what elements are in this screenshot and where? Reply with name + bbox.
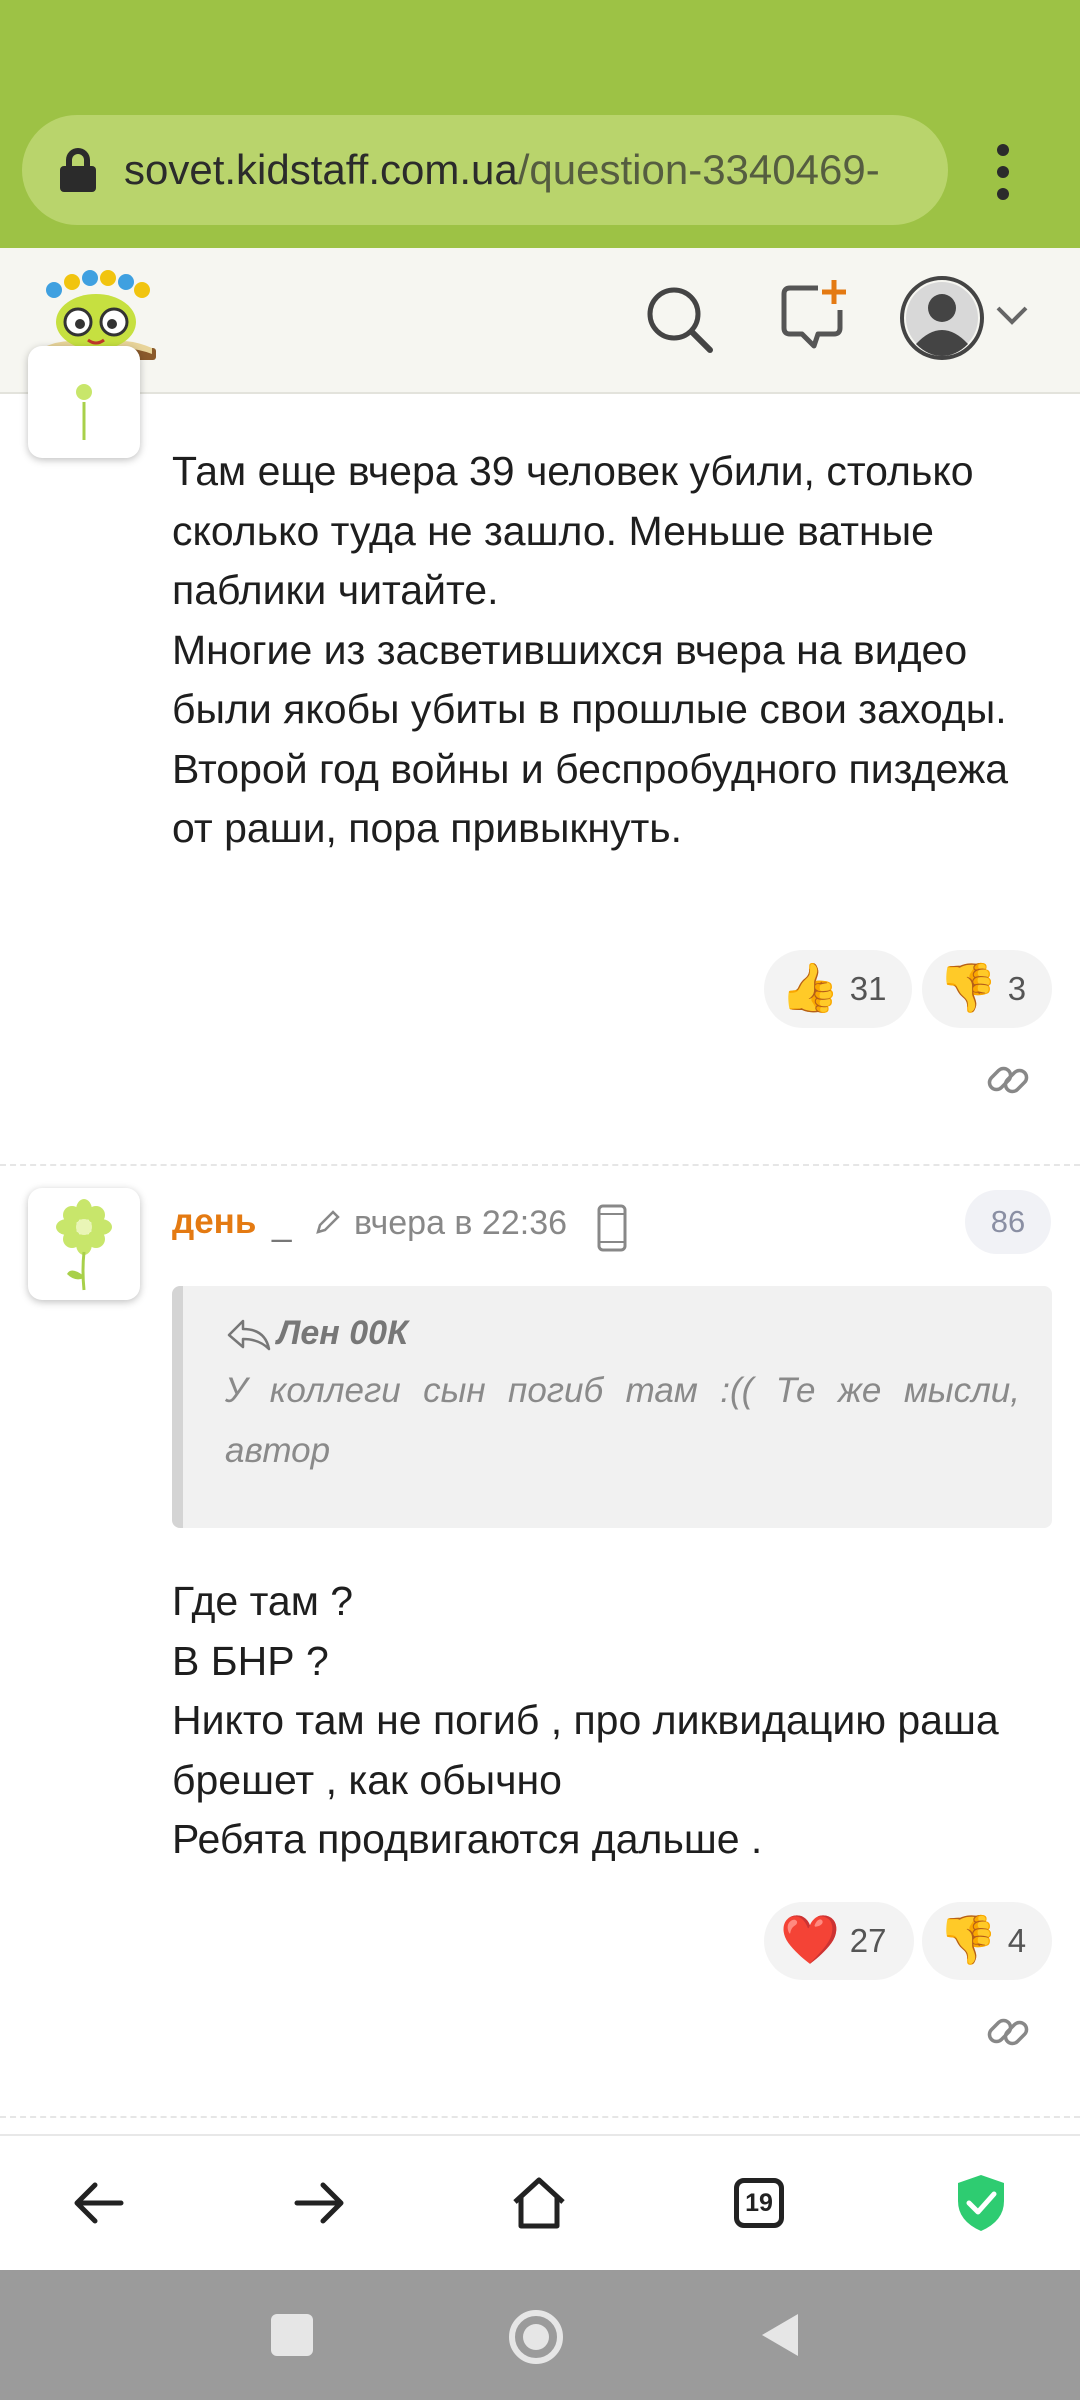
address-bar[interactable]: sovet.kidstaff.com.ua/question-3340469- — [22, 115, 948, 225]
flower-icon — [76, 384, 92, 440]
link-icon[interactable] — [986, 2010, 1030, 2054]
dislike-count: 3 — [1007, 970, 1027, 1007]
recents-button[interactable] — [271, 2314, 313, 2356]
post-number[interactable]: 86 — [965, 1190, 1051, 1254]
pencil-icon — [316, 1210, 340, 1234]
dislike-count: 4 — [1007, 1922, 1027, 1959]
home-button[interactable] — [509, 2310, 563, 2364]
heart-count: 27 — [849, 1922, 887, 1959]
shield-check-icon[interactable] — [948, 2170, 1014, 2236]
add-comment-icon[interactable] — [778, 278, 850, 354]
thumbs-down-icon: 👎 — [938, 962, 998, 1015]
mobile-device-icon — [597, 1204, 627, 1252]
quote-block: Лен 00К У коллеги сын погиб там :(( Те ж… — [172, 1286, 1052, 1528]
heart-reaction-button[interactable]: ❤️ 27 — [764, 1902, 914, 1980]
comment-time: вчера в 22:36 — [354, 1204, 568, 1242]
site-header — [0, 248, 1080, 394]
url-domain: sovet.kidstaff.com.ua — [124, 146, 518, 193]
flower-icon — [56, 1199, 112, 1291]
system-nav-bar — [0, 2270, 1080, 2400]
quote-author[interactable]: Лен 00К — [277, 1314, 408, 1353]
browser-bottom-nav: 19 — [0, 2134, 1080, 2270]
comment-body: Там еще вчера 39 человек убили, столько … — [172, 448, 1009, 851]
link-icon[interactable] — [986, 1058, 1030, 1102]
search-icon[interactable] — [644, 284, 716, 356]
quote-header: Лен 00К — [225, 1314, 1020, 1353]
heart-icon: ❤️ — [780, 1914, 840, 1967]
back-arrow-icon[interactable] — [66, 2170, 132, 2236]
comment-author[interactable]: день — [172, 1202, 256, 1242]
lock-icon[interactable] — [58, 148, 98, 192]
dislike-button[interactable]: 👎 3 — [922, 950, 1052, 1028]
like-button[interactable]: 👍 31 — [764, 950, 912, 1028]
author-suffix: _ — [272, 1204, 292, 1243]
url-path: /question-3340469- — [517, 146, 880, 193]
chevron-down-icon[interactable] — [994, 304, 1030, 328]
menu-icon[interactable] — [988, 144, 1018, 200]
avatar[interactable] — [28, 346, 140, 458]
tabs-count: 19 — [734, 2178, 784, 2228]
home-icon[interactable] — [506, 2170, 572, 2236]
url-text[interactable]: sovet.kidstaff.com.ua/question-3340469- — [124, 146, 880, 194]
browser-toolbar: sovet.kidstaff.com.ua/question-3340469- — [0, 0, 1080, 248]
forward-arrow-icon[interactable] — [286, 2170, 352, 2236]
thumbs-up-icon: 👍 — [780, 962, 840, 1015]
like-count: 31 — [849, 970, 887, 1007]
quote-text: У коллеги сын погиб там :(( Те же мысли,… — [225, 1371, 1020, 1470]
avatar[interactable] — [28, 1188, 140, 1300]
reply-icon — [227, 1319, 271, 1350]
dislike-button[interactable]: 👎 4 — [922, 1902, 1052, 1980]
comment-divider — [0, 1164, 1080, 1166]
thumbs-down-icon: 👎 — [938, 1914, 998, 1967]
tabs-icon[interactable]: 19 — [726, 2170, 792, 2236]
comment-body: Где там ? В БНР ? Никто там не погиб , п… — [172, 1578, 999, 1862]
comment-divider — [0, 2116, 1080, 2118]
back-button[interactable] — [758, 2310, 802, 2360]
user-avatar-icon[interactable] — [900, 276, 984, 360]
